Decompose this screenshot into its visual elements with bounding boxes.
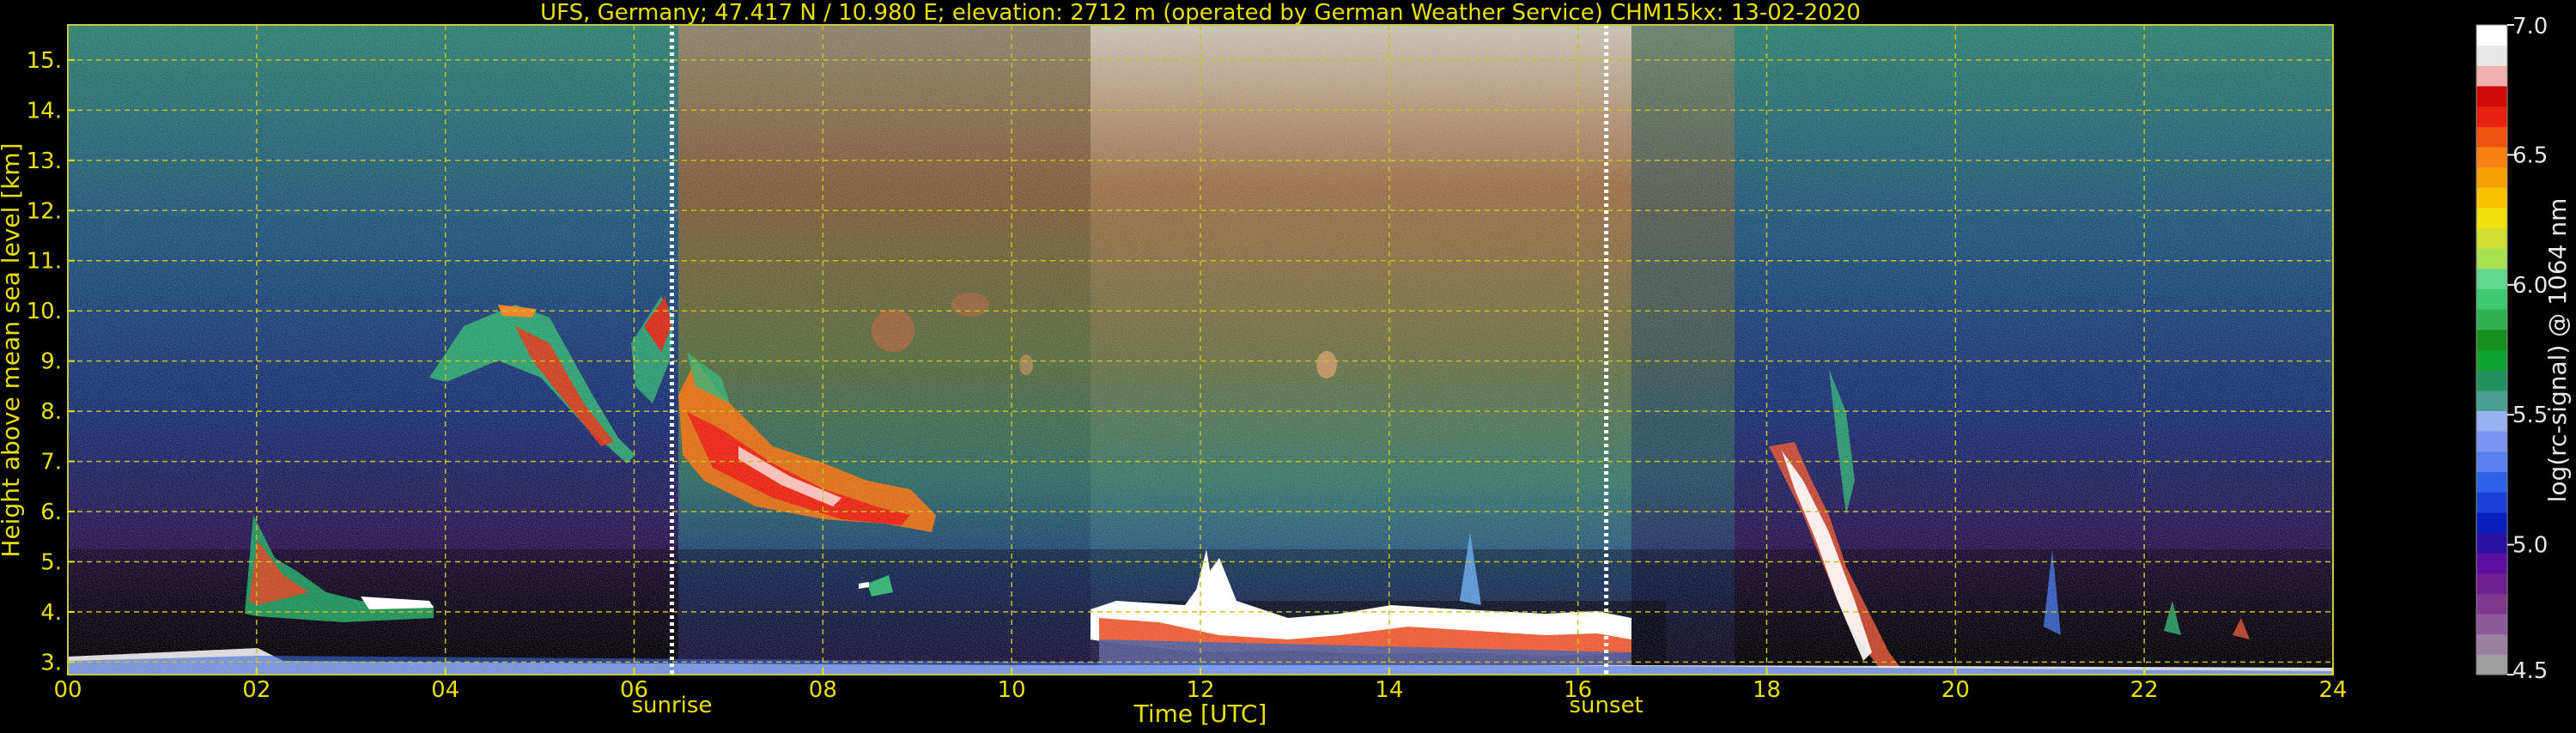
colorbar-segment: [2476, 512, 2507, 533]
colorbar-segment: [2476, 614, 2507, 635]
y-tick-label: 4.: [40, 600, 62, 626]
colorbar-segment: [2476, 106, 2507, 127]
colorbar-segment: [2476, 471, 2507, 493]
colorbar-segment: [2476, 126, 2507, 148]
colorbar-segment: [2476, 431, 2507, 452]
colorbar-tick-label: 7.0: [2512, 14, 2548, 39]
ceilometer-chart: sunrise sunset 00 02 04 06 08 10 12 14 16 18 20 22 24…: [0, 0, 2576, 730]
colorbar-tick-label: 5.0: [2512, 533, 2548, 559]
colorbar-segment: [2476, 167, 2507, 188]
colorbar-segment: [2476, 410, 2507, 432]
y-tick-label: 11.: [27, 249, 62, 275]
colorbar-segment: [2476, 187, 2507, 209]
colorbar-segment: [2476, 633, 2507, 655]
y-axis-label: Height above mean sea level [km]: [0, 142, 25, 557]
colorbar-segment: [2476, 349, 2507, 371]
y-tick-label: 8.: [40, 399, 62, 425]
colorbar-segment: [2476, 532, 2507, 554]
colorbar-segment: [2476, 85, 2507, 107]
colorbar-tick-label: 4.5: [2512, 658, 2548, 684]
colorbar-segment: [2476, 329, 2507, 350]
chart-svg: sunrise sunset 00 02 04 06 08 10 12 14 16 18 20 22 24…: [0, 0, 2572, 728]
colorbar-segment: [2476, 25, 2507, 46]
x-tick-label: 18: [1753, 677, 1781, 703]
colorbar-segment: [2476, 227, 2507, 249]
y-tick-label: 13.: [27, 148, 62, 174]
y-tick-label: 10.: [27, 299, 62, 324]
colorbar-segment: [2476, 45, 2507, 66]
x-axis-label: Time [UTC]: [1133, 700, 1267, 728]
y-tick-label: 14.: [27, 98, 62, 124]
chart-title: UFS, Germany; 47.417 N / 10.980 E; eleva…: [540, 0, 1861, 26]
x-tick-label: 20: [1941, 677, 1970, 703]
x-tick-label: 24: [2318, 677, 2347, 703]
colorbar-ticks: 4.55.05.56.06.57.0: [2507, 14, 2548, 684]
colorbar-segment: [2476, 492, 2507, 513]
colorbar-segment: [2476, 451, 2507, 472]
x-tick-label: 04: [431, 677, 459, 703]
colorbar-segment: [2476, 146, 2507, 168]
x-tick-label: 00: [53, 677, 82, 703]
colorbar-segment: [2476, 572, 2507, 594]
colorbar-segment: [2476, 309, 2507, 330]
x-tick-label: 22: [2130, 677, 2159, 703]
colorbar-segment: [2476, 654, 2507, 675]
x-tick-label: 16: [1564, 677, 1592, 703]
colorbar-segment: [2476, 268, 2507, 290]
colorbar-tick-label: 6.5: [2512, 142, 2548, 168]
x-tick-label: 10: [998, 677, 1026, 703]
y-tick-label: 6.: [40, 500, 62, 525]
colorbar-segment: [2476, 390, 2507, 411]
colorbar-segment: [2476, 370, 2507, 391]
colorbar-segment: [2476, 65, 2507, 87]
colorbar-segment: [2476, 288, 2507, 310]
y-tick-label: 9.: [40, 349, 62, 375]
x-tick-label: 14: [1375, 677, 1403, 703]
colorbar: [2476, 24, 2508, 675]
colorbar-segment: [2476, 553, 2507, 574]
y-tick-label: 15.: [27, 48, 62, 74]
y-tick-label: 5.: [40, 549, 62, 575]
x-tick-label: 06: [620, 677, 648, 703]
colorbar-label: log(rc-signal) @ 1064 nm: [2543, 198, 2572, 503]
colorbar-segment: [2476, 207, 2507, 229]
colorbar-segment: [2476, 593, 2507, 615]
y-tick-label: 7.: [40, 450, 62, 476]
colorbar-segment: [2476, 248, 2507, 270]
y-tick-label: 3.: [40, 650, 62, 675]
y-tick-label: 12.: [27, 198, 62, 224]
x-tick-label: 02: [242, 677, 270, 703]
x-tick-label: 08: [809, 677, 837, 703]
